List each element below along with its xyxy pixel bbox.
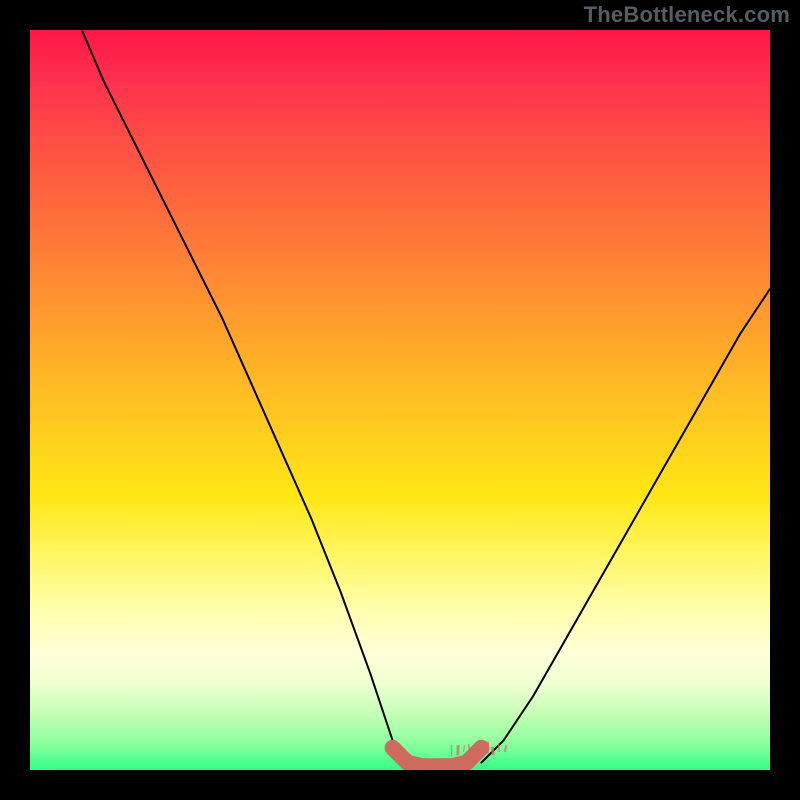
watermark-text: TheBottleneck.com bbox=[584, 2, 790, 28]
bottleneck-curve bbox=[30, 30, 770, 770]
left-arm-line bbox=[82, 30, 408, 763]
valley-marker-fuzz bbox=[492, 747, 493, 755]
right-arm-line bbox=[481, 289, 770, 763]
chart-frame: TheBottleneck.com bbox=[0, 0, 800, 800]
valley-marker-fuzz bbox=[499, 743, 500, 752]
plot-area bbox=[30, 30, 770, 770]
valley-marker-fuzz bbox=[464, 746, 465, 752]
valley-marker-fuzz bbox=[469, 744, 470, 750]
valley-marker-fuzz bbox=[505, 745, 506, 752]
